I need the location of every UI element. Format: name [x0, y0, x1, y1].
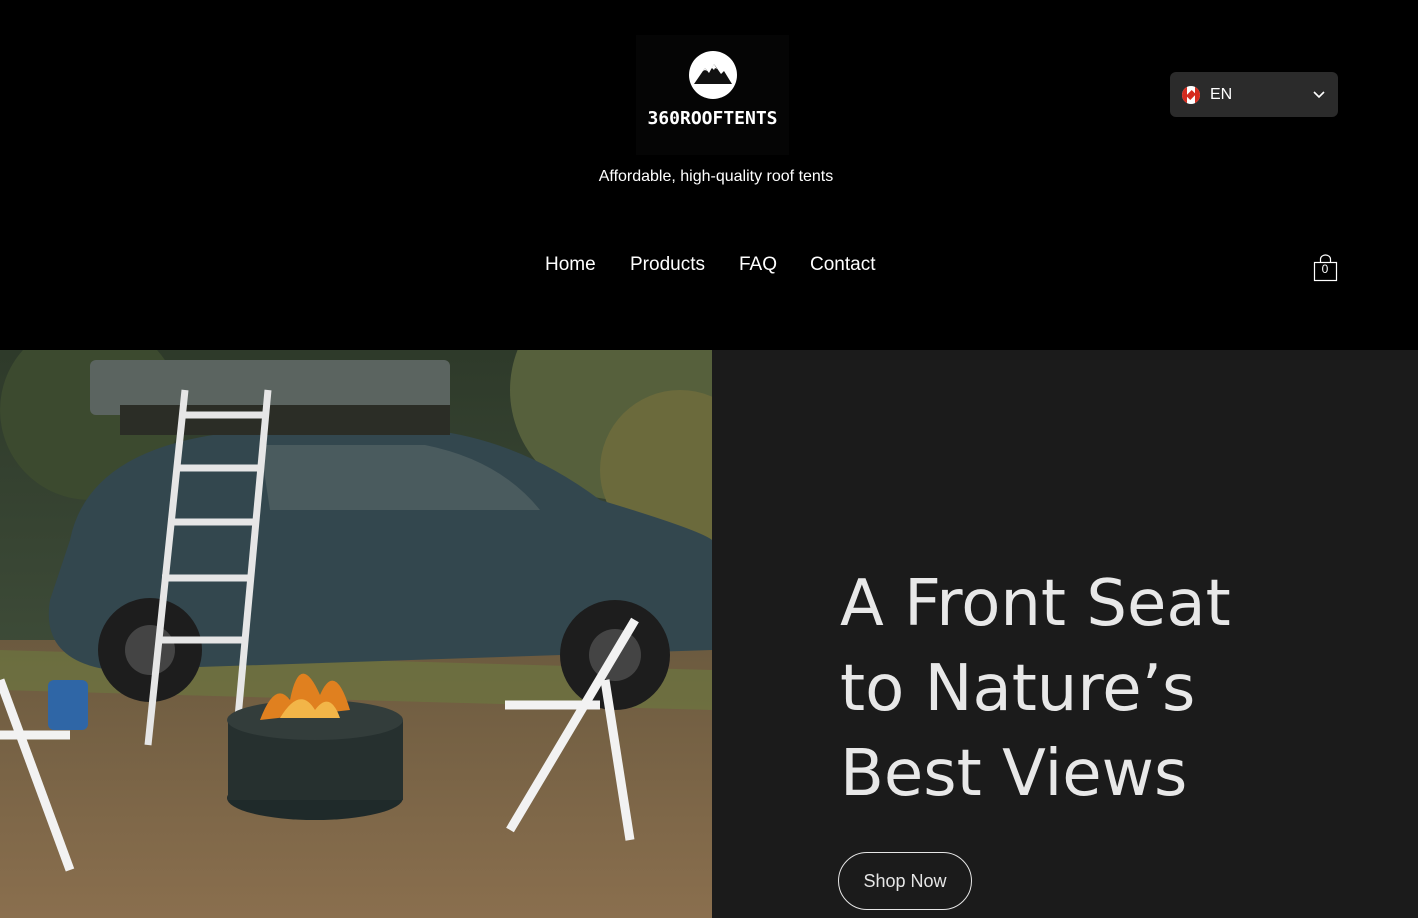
hero-title: A Front Seat to Nature’s Best Views	[840, 562, 1360, 817]
logo-text: 360ROOFTENTS	[647, 108, 778, 129]
hero-title-line: Best Views	[840, 737, 1188, 811]
language-selector[interactable]: EN	[1170, 72, 1338, 117]
hero-title-line: A Front Seat	[840, 567, 1231, 641]
chevron-down-icon	[1313, 90, 1325, 98]
language-code: EN	[1210, 85, 1233, 103]
nav-item-home[interactable]: Home	[545, 254, 596, 276]
tagline: Affordable, high-quality roof tents	[598, 168, 834, 185]
shop-now-button[interactable]: Shop Now	[838, 852, 972, 910]
hero-panel: A Front Seat to Nature’s Best Views Shop…	[712, 350, 1418, 918]
site-header: 360ROOFTENTS Affordable, high-quality ro…	[0, 0, 1418, 350]
canada-flag-icon	[1182, 85, 1200, 104]
mountain-logo-icon	[688, 51, 737, 99]
campsite-photo	[0, 350, 712, 918]
nav-item-faq[interactable]: FAQ	[739, 254, 777, 276]
main-nav: Home Products FAQ Contact	[0, 254, 1418, 284]
nav-item-products[interactable]: Products	[630, 254, 705, 276]
cart-count: 0	[1321, 262, 1329, 276]
hero-title-line: to Nature’s	[840, 652, 1196, 726]
site-logo[interactable]: 360ROOFTENTS	[636, 35, 789, 155]
nav-item-contact[interactable]: Contact	[810, 254, 875, 276]
cart-button[interactable]: 0	[1313, 254, 1339, 282]
hero-image	[0, 350, 712, 918]
